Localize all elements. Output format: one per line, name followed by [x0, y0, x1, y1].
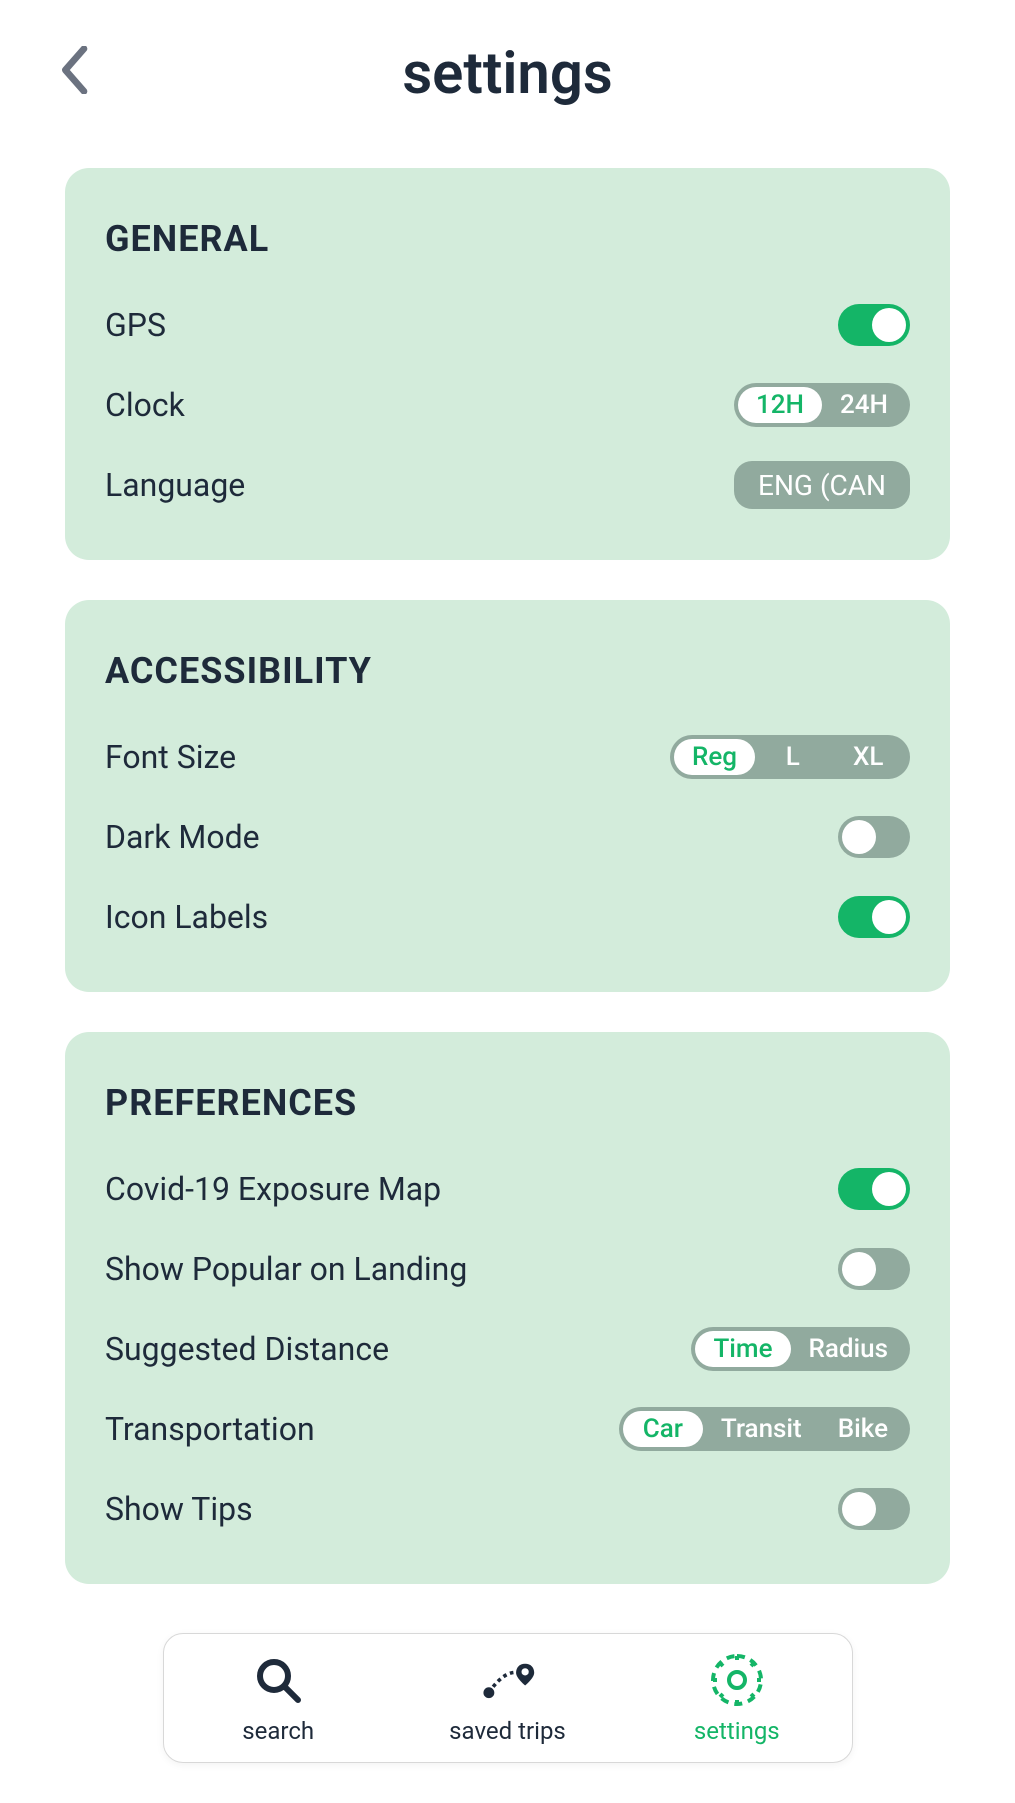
toggle-knob	[872, 1172, 906, 1206]
gps-toggle[interactable]	[838, 304, 910, 346]
search-icon	[249, 1651, 307, 1709]
accessibility-title: ACCESSIBILITY	[105, 650, 910, 692]
transport-bike-option[interactable]: Bike	[820, 1411, 906, 1447]
nav-search-label: search	[242, 1717, 314, 1745]
suggesteddistance-label: Suggested Distance	[105, 1330, 389, 1368]
distance-radius-option[interactable]: Radius	[791, 1331, 907, 1367]
toggle-knob	[842, 1492, 876, 1526]
language-row: Language ENG (CAN	[105, 460, 910, 510]
fontsize-segment[interactable]: Reg L XL	[670, 735, 910, 779]
toggle-knob	[842, 820, 876, 854]
covid-row: Covid-19 Exposure Map	[105, 1164, 910, 1214]
nav-settings[interactable]: settings	[622, 1651, 851, 1745]
darkmode-label: Dark Mode	[105, 818, 260, 856]
gps-row: GPS	[105, 300, 910, 350]
nav-savedtrips-label: saved trips	[449, 1717, 566, 1745]
fontsize-l-option[interactable]: L	[755, 739, 830, 775]
accessibility-card: ACCESSIBILITY Font Size Reg L XL Dark Mo…	[65, 600, 950, 992]
showtips-label: Show Tips	[105, 1490, 253, 1528]
clock-12h-option[interactable]: 12H	[738, 387, 822, 423]
saved-trips-icon	[478, 1651, 536, 1709]
showtips-toggle[interactable]	[838, 1488, 910, 1530]
clock-segment[interactable]: 12H 24H	[734, 383, 910, 427]
iconlabels-row: Icon Labels	[105, 892, 910, 942]
gear-icon	[708, 1651, 766, 1709]
content: GENERAL GPS Clock 12H 24H Language ENG (…	[0, 168, 1015, 1584]
language-label: Language	[105, 466, 245, 504]
transportation-segment[interactable]: Car Transit Bike	[619, 1407, 910, 1451]
darkmode-row: Dark Mode	[105, 812, 910, 862]
fontsize-label: Font Size	[105, 738, 236, 776]
transportation-label: Transportation	[105, 1410, 315, 1448]
nav-saved-trips[interactable]: saved trips	[393, 1651, 622, 1745]
fontsize-xl-option[interactable]: XL	[831, 739, 906, 775]
chevron-left-icon	[60, 46, 92, 94]
general-title: GENERAL	[105, 218, 910, 260]
toggle-knob	[872, 308, 906, 342]
iconlabels-toggle[interactable]	[838, 896, 910, 938]
suggesteddistance-segment[interactable]: Time Radius	[691, 1327, 910, 1371]
transportation-row: Transportation Car Transit Bike	[105, 1404, 910, 1454]
clock-label: Clock	[105, 386, 185, 424]
gps-label: GPS	[105, 306, 166, 344]
page-title: settings	[50, 40, 965, 108]
distance-time-option[interactable]: Time	[695, 1331, 790, 1367]
bottom-nav: search saved trips settings	[163, 1633, 853, 1763]
fontsize-row: Font Size Reg L XL	[105, 732, 910, 782]
covid-toggle[interactable]	[838, 1168, 910, 1210]
nav-settings-label: settings	[694, 1717, 780, 1745]
general-card: GENERAL GPS Clock 12H 24H Language ENG (…	[65, 168, 950, 560]
transport-car-option[interactable]: Car	[623, 1411, 703, 1447]
darkmode-toggle[interactable]	[838, 816, 910, 858]
back-button[interactable]	[60, 46, 92, 103]
language-dropdown[interactable]: ENG (CAN	[734, 461, 910, 509]
showpopular-label: Show Popular on Landing	[105, 1250, 467, 1288]
preferences-card: PREFERENCES Covid-19 Exposure Map Show P…	[65, 1032, 950, 1584]
transport-transit-option[interactable]: Transit	[703, 1411, 820, 1447]
showtips-row: Show Tips	[105, 1484, 910, 1534]
nav-search[interactable]: search	[164, 1651, 393, 1745]
showpopular-row: Show Popular on Landing	[105, 1244, 910, 1294]
iconlabels-label: Icon Labels	[105, 898, 268, 936]
toggle-knob	[842, 1252, 876, 1286]
toggle-knob	[872, 900, 906, 934]
header: settings	[0, 0, 1015, 168]
clock-24h-option[interactable]: 24H	[822, 387, 906, 423]
preferences-title: PREFERENCES	[105, 1082, 910, 1124]
covid-label: Covid-19 Exposure Map	[105, 1170, 441, 1208]
clock-row: Clock 12H 24H	[105, 380, 910, 430]
showpopular-toggle[interactable]	[838, 1248, 910, 1290]
suggesteddistance-row: Suggested Distance Time Radius	[105, 1324, 910, 1374]
fontsize-reg-option[interactable]: Reg	[674, 739, 755, 775]
